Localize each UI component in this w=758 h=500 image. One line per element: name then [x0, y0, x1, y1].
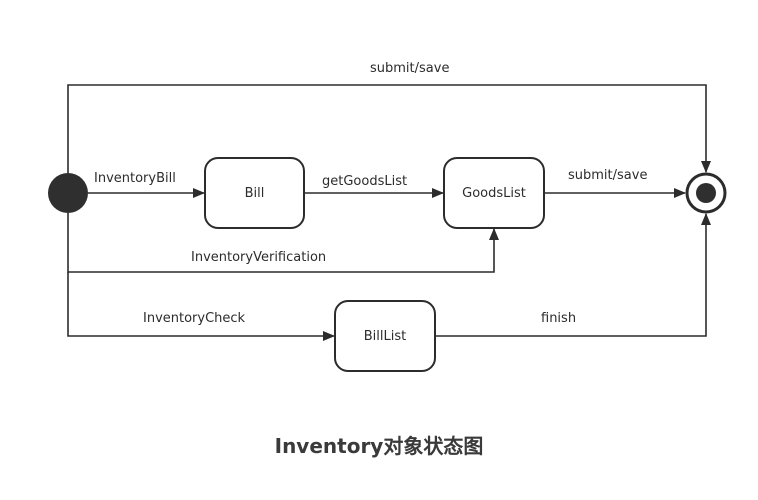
transition-top-submit-save [67, 84, 711, 173]
label-finish: finish [541, 311, 577, 326]
state-diagram: Bill GoodsList BillList submit/save Inve… [0, 0, 758, 500]
transition-inventory-check [67, 272, 335, 341]
label-top-submit-save: submit/save [370, 61, 450, 76]
state-goods-list: GoodsList [443, 157, 545, 229]
label-inventory-verification: InventoryVerification [191, 250, 327, 265]
state-bill-list-label: BillList [363, 328, 407, 344]
diagram-title: Inventory对象状态图 [274, 434, 484, 458]
label-inventory-bill: InventoryBill [94, 171, 176, 186]
label-goods-submit-save: submit/save [568, 168, 648, 183]
final-state [685, 172, 727, 214]
initial-state [48, 173, 88, 213]
label-get-goods-list: getGoodsList [322, 174, 408, 189]
state-bill: Bill [204, 157, 305, 229]
state-bill-label: Bill [244, 185, 265, 201]
state-goods-list-label: GoodsList [462, 185, 526, 201]
state-bill-list: BillList [334, 300, 436, 372]
label-inventory-check: InventoryCheck [143, 311, 246, 326]
